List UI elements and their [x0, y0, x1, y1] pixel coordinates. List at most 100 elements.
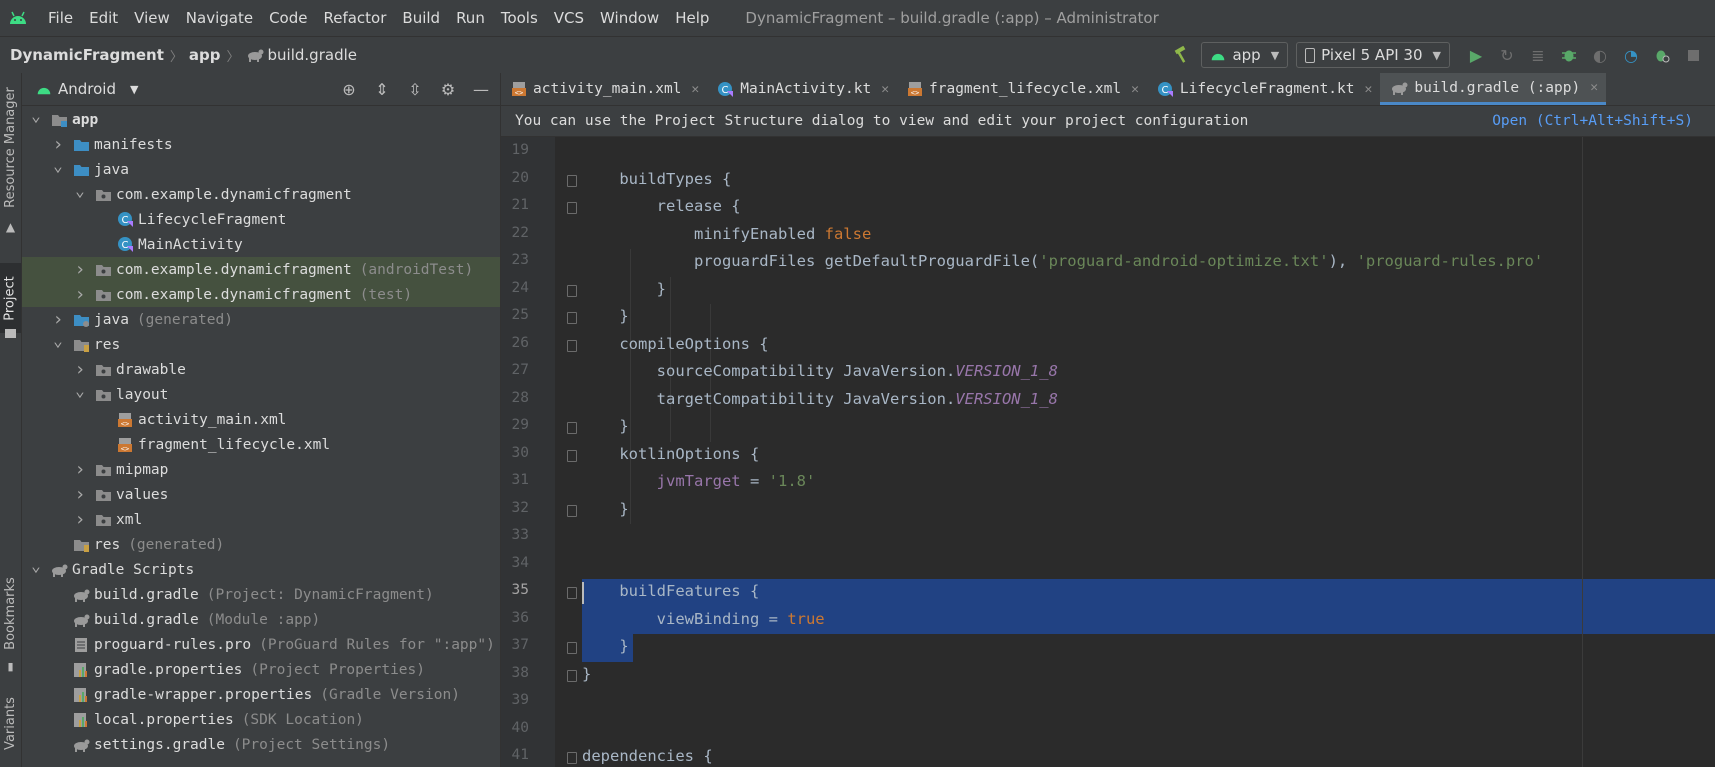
menu-code[interactable]: Code — [269, 9, 307, 27]
editor-tab[interactable]: build.gradle (:app) ✕ — [1380, 73, 1607, 105]
close-tab-icon[interactable]: ✕ — [1131, 82, 1139, 97]
close-tab-icon[interactable]: ✕ — [691, 82, 699, 97]
fold-marker-icon[interactable] — [567, 642, 577, 654]
tree-item[interactable]: › xml — [22, 507, 500, 532]
tree-item[interactable]: res (generated) — [22, 532, 500, 557]
debug-icon[interactable] — [1557, 43, 1581, 67]
tree-item[interactable]: C MainActivity — [22, 232, 500, 257]
menu-build[interactable]: Build — [402, 9, 440, 27]
tree-item[interactable]: local.properties (SDK Location) — [22, 707, 500, 732]
profile-icon[interactable]: ◔ — [1619, 43, 1643, 67]
fold-marker-icon[interactable] — [567, 422, 577, 434]
run-icon[interactable]: ▶ — [1464, 43, 1488, 67]
tree-item[interactable]: settings.gradle (Project Settings) — [22, 732, 500, 757]
tree-item[interactable]: › java (generated) — [22, 307, 500, 332]
fold-marker-icon[interactable] — [567, 504, 577, 517]
menu-view[interactable]: View — [134, 9, 170, 27]
chevron-down-icon[interactable]: ⌄ — [50, 331, 66, 350]
chevron-right-icon[interactable]: › — [72, 509, 88, 530]
chevron-down-icon[interactable]: ⌄ — [28, 556, 44, 575]
editor-tab[interactable]: C MainActivity.kt ✕ — [707, 73, 897, 105]
editor-tab[interactable]: C LifecycleFragment.kt ✕ — [1147, 73, 1380, 105]
project-view-select[interactable]: Android ▼ — [36, 80, 138, 98]
tree-item[interactable]: ⌄ Gradle Scripts — [22, 556, 500, 582]
stop-icon[interactable] — [1681, 43, 1705, 67]
tree-item[interactable]: › drawable — [22, 357, 500, 382]
fold-marker-icon[interactable] — [567, 339, 577, 352]
app-inspection-icon[interactable] — [1650, 43, 1674, 67]
tree-item[interactable]: <> fragment_lifecycle.xml — [22, 432, 500, 457]
breadcrumb-file[interactable]: build.gradle — [268, 46, 357, 64]
tree-item[interactable]: ⌄ com.example.dynamicfragment — [22, 181, 500, 207]
tree-item[interactable]: › values — [22, 482, 500, 507]
apply-code-changes-icon[interactable]: ≣ — [1526, 43, 1550, 67]
menu-navigate[interactable]: Navigate — [186, 9, 253, 27]
chevron-right-icon[interactable]: › — [50, 309, 66, 330]
chevron-right-icon[interactable]: › — [72, 359, 88, 380]
device-select[interactable]: Pixel 5 API 30 ▼ — [1296, 42, 1450, 68]
fold-marker-icon[interactable] — [567, 284, 577, 297]
collapse-all-icon[interactable]: ⇳ — [402, 77, 428, 101]
chevron-down-icon[interactable]: ⌄ — [28, 106, 44, 125]
expand-all-icon[interactable]: ⇕ — [369, 77, 395, 101]
hide-panel-icon[interactable]: — — [468, 77, 494, 101]
apply-changes-icon[interactable]: ↻ — [1495, 43, 1519, 67]
fold-marker-icon[interactable] — [567, 174, 577, 187]
chevron-down-icon[interactable]: ⌄ — [72, 181, 88, 200]
fold-marker-icon[interactable] — [567, 587, 577, 599]
resource-manager-tab[interactable]: Resource Manager — [0, 77, 21, 217]
fold-marker-icon[interactable] — [567, 669, 577, 682]
close-tab-icon[interactable]: ✕ — [881, 82, 889, 97]
tree-item[interactable]: <> activity_main.xml — [22, 407, 500, 432]
tree-item[interactable]: ⌄ layout — [22, 381, 500, 407]
locate-target-icon[interactable]: ⊕ — [336, 77, 362, 101]
tree-item[interactable]: › com.example.dynamicfragment (test) — [22, 282, 500, 307]
fold-marker-icon[interactable] — [567, 449, 577, 462]
chevron-down-icon[interactable]: ⌄ — [50, 156, 66, 175]
code-editor[interactable]: 19 20 21 22 23 24 25 26 27 28 29 30 31 32 33 34 35 36 37 38… — [501, 137, 1715, 767]
breadcrumb-module[interactable]: app — [189, 46, 221, 64]
menu-run[interactable]: Run — [456, 9, 485, 27]
gear-icon[interactable]: ⚙ — [435, 77, 461, 101]
menu-window[interactable]: Window — [600, 9, 659, 27]
tree-item[interactable]: ⌄ app — [22, 106, 500, 132]
project-tab[interactable]: Project — [0, 263, 21, 333]
make-project-hammer-icon[interactable] — [1169, 43, 1193, 67]
fold-marker-icon[interactable] — [567, 202, 577, 214]
chevron-right-icon[interactable]: › — [72, 284, 88, 305]
chevron-down-icon[interactable]: ⌄ — [72, 381, 88, 400]
fold-marker-icon[interactable] — [567, 312, 577, 324]
close-tab-icon[interactable]: ✕ — [1365, 82, 1373, 97]
tree-item[interactable]: proguard-rules.pro (ProGuard Rules for ":… — [22, 632, 500, 657]
menu-refactor[interactable]: Refactor — [323, 9, 386, 27]
close-tab-icon[interactable]: ✕ — [1590, 80, 1598, 95]
menu-tools[interactable]: Tools — [501, 9, 538, 27]
chevron-right-icon[interactable]: › — [72, 459, 88, 480]
run-config-select[interactable]: app ▼ — [1201, 42, 1289, 68]
menu-file[interactable]: File — [48, 9, 73, 27]
editor-tab[interactable]: <> fragment_lifecycle.xml ✕ — [897, 73, 1147, 105]
tree-item[interactable]: › manifests — [22, 132, 500, 157]
fold-marker-icon[interactable] — [567, 752, 577, 764]
editor-tab[interactable]: <> activity_main.xml ✕ — [501, 73, 707, 105]
breadcrumb-project[interactable]: DynamicFragment — [10, 46, 164, 64]
tree-item[interactable]: ⌄ java — [22, 156, 500, 182]
tree-item[interactable]: C LifecycleFragment — [22, 207, 500, 232]
menu-edit[interactable]: Edit — [89, 9, 118, 27]
tree-item[interactable]: build.gradle (Project: DynamicFragment) — [22, 582, 500, 607]
chevron-right-icon[interactable]: › — [72, 484, 88, 505]
chevron-right-icon[interactable]: › — [72, 259, 88, 280]
open-project-structure-link[interactable]: Open (Ctrl+Alt+Shift+S) — [1492, 113, 1693, 129]
tree-item[interactable]: ⌄ res — [22, 331, 500, 357]
tree-item[interactable]: build.gradle (Module :app) — [22, 607, 500, 632]
tree-item[interactable]: › com.example.dynamicfragment (androidTest… — [22, 257, 500, 282]
build-variants-tab[interactable]: Variants — [0, 688, 21, 758]
tree-item[interactable]: gradle.properties (Project Properties) — [22, 657, 500, 682]
chevron-right-icon[interactable]: › — [50, 134, 66, 155]
tree-item[interactable]: › mipmap — [22, 457, 500, 482]
menu-help[interactable]: Help — [675, 9, 709, 27]
attach-debugger-icon[interactable]: ◐ — [1588, 43, 1612, 67]
tree-item[interactable]: gradle-wrapper.properties (Gradle Version… — [22, 682, 500, 707]
menu-vcs[interactable]: VCS — [554, 9, 584, 27]
bookmarks-tab[interactable]: Bookmarks — [0, 568, 21, 658]
